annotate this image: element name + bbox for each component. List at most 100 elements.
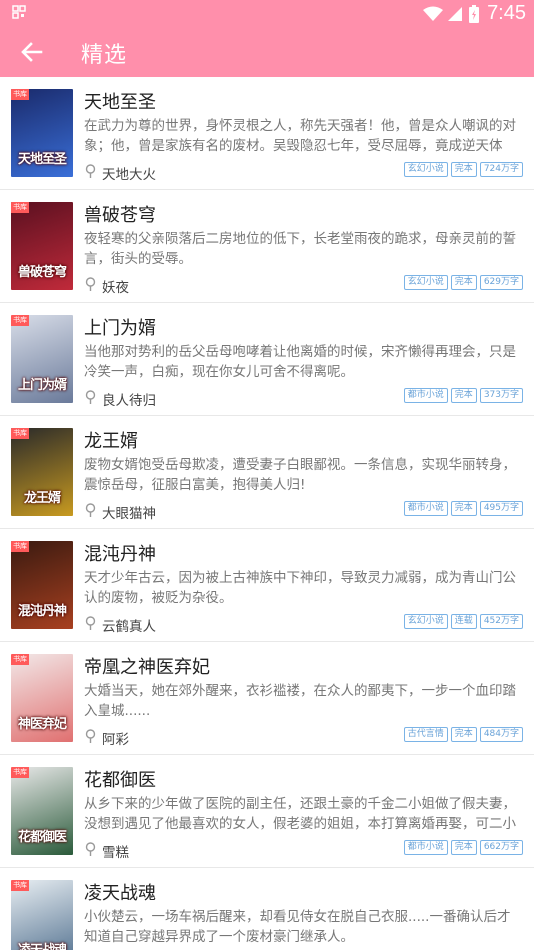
cover-badge: 书库 bbox=[11, 541, 29, 552]
author-icon bbox=[84, 616, 97, 631]
book-tag: 都市小说 bbox=[403, 388, 448, 403]
book-author: 天地大火 bbox=[102, 167, 156, 183]
book-tag: 古代言情 bbox=[403, 727, 448, 742]
book-cover[interactable]: 书库 神医弃妃 bbox=[11, 654, 73, 742]
book-tag: 484万字 bbox=[479, 727, 523, 742]
book-cover[interactable]: 书库 凌天战魂 bbox=[11, 880, 73, 950]
book-tag: 都市小说 bbox=[403, 840, 448, 855]
cover-badge: 书库 bbox=[11, 202, 29, 213]
book-list-item[interactable]: 书库 兽破苍穹 兽破苍穹 夜轻寒的父亲陨落后二房地位的低下，长老堂雨夜的跪求，母… bbox=[0, 190, 534, 303]
book-author: 妖夜 bbox=[102, 280, 129, 296]
book-tag: 724万字 bbox=[479, 162, 523, 177]
book-tag: 玄幻小说 bbox=[403, 275, 448, 290]
book-tag: 495万字 bbox=[479, 501, 523, 516]
book-tags: 都市小说 完本 662万字 bbox=[403, 840, 523, 855]
book-tag: 完本 bbox=[450, 388, 477, 403]
book-author: 大眼猫神 bbox=[102, 506, 156, 522]
book-author: 云鹤真人 bbox=[102, 619, 156, 635]
cover-title: 神医弃妃 bbox=[17, 717, 67, 732]
book-list: 书库 天地至圣 天地至圣 在武力为尊的世界，身怀灵根之人，称先天强者！他，曾是众… bbox=[0, 77, 534, 950]
book-description: 天才少年古云，因为被上古神族中下神印，导致灵力减弱，成为青山门公认的废物，被贬为… bbox=[84, 570, 516, 606]
book-tag: 373万字 bbox=[479, 388, 523, 403]
book-author: 阿彩 bbox=[102, 732, 129, 748]
book-title[interactable]: 龙王婿 bbox=[84, 427, 138, 453]
book-description: 大婚当天，她在郊外醒来，衣衫褴褛，在众人的鄙夷下，一步一个血印踏入皇城.....… bbox=[84, 683, 516, 719]
book-tag: 都市小说 bbox=[403, 501, 448, 516]
book-list-item[interactable]: 书库 神医弃妃 帝凰之神医弃妃 大婚当天，她在郊外醒来，衣衫褴褛，在众人的鄙夷下… bbox=[0, 642, 534, 755]
book-description: 在武力为尊的世界，身怀灵根之人，称先天强者！他，曾是众人嘲讽的对象；他，曾是家族… bbox=[84, 118, 516, 154]
cover-title: 混沌丹神 bbox=[17, 604, 67, 619]
author-icon bbox=[84, 729, 97, 744]
wifi-icon bbox=[423, 6, 444, 22]
cover-badge: 书库 bbox=[11, 428, 29, 439]
battery-icon bbox=[469, 4, 480, 23]
book-tags: 玄幻小说 连载 452万字 bbox=[403, 614, 523, 629]
cover-title: 凌天战魂 bbox=[13, 944, 71, 950]
cover-badge: 书库 bbox=[11, 767, 29, 778]
book-tags: 都市小说 完本 373万字 bbox=[403, 388, 523, 403]
cover-title: 天地至圣 bbox=[17, 152, 67, 167]
app-bar: 精选 bbox=[0, 27, 534, 77]
author-icon bbox=[84, 503, 97, 518]
book-tag: 完本 bbox=[450, 162, 477, 177]
book-tags: 玄幻小说 完本 724万字 bbox=[403, 162, 523, 177]
book-description: 废物女婿饱受岳母欺凌，遭受妻子白眼鄙视。一条信息，实现华丽转身，震惊岳母，征服白… bbox=[84, 457, 516, 493]
book-title[interactable]: 兽破苍穹 bbox=[84, 201, 156, 227]
author-icon bbox=[84, 390, 97, 405]
page-title: 精选 bbox=[81, 43, 128, 68]
book-list-item[interactable]: 书库 上门为婿 上门为婿 当他那对势利的岳父岳母咆哮着让他离婚的时候，宋齐懒得再… bbox=[0, 303, 534, 416]
book-tag: 玄幻小说 bbox=[403, 614, 448, 629]
book-cover[interactable]: 书库 龙王婿 bbox=[11, 428, 73, 516]
cover-badge: 书库 bbox=[11, 89, 29, 100]
notification-icon bbox=[12, 5, 26, 19]
book-cover[interactable]: 书库 混沌丹神 bbox=[11, 541, 73, 629]
book-tags: 古代言情 完本 484万字 bbox=[403, 727, 523, 742]
book-description: 当他那对势利的岳父岳母咆哮着让他离婚的时候，宋齐懒得再理会，只是冷笑一声，白痴，… bbox=[84, 344, 516, 380]
cover-badge: 书库 bbox=[11, 654, 29, 665]
book-title[interactable]: 混沌丹神 bbox=[84, 540, 156, 566]
book-tag: 连载 bbox=[450, 614, 477, 629]
author-icon bbox=[84, 842, 97, 857]
book-author: 良人待归 bbox=[102, 393, 156, 409]
book-list-item[interactable]: 书库 花都御医 花都御医 从乡下来的少年做了医院的副主任，还跟土豪的千金二小姐做… bbox=[0, 755, 534, 868]
book-tag: 662万字 bbox=[479, 840, 523, 855]
book-title[interactable]: 天地至圣 bbox=[84, 88, 156, 114]
book-description: 小伙楚云，一场车祸后醒来，却看见侍女在脱自己衣服.....一番确认后才知道自己穿… bbox=[84, 909, 511, 945]
book-tag: 完本 bbox=[450, 840, 477, 855]
book-author: 雪糕 bbox=[102, 845, 129, 861]
book-title[interactable]: 帝凰之神医弃妃 bbox=[84, 653, 210, 679]
book-tag: 完本 bbox=[450, 501, 477, 516]
book-cover[interactable]: 书库 上门为婿 bbox=[11, 315, 73, 403]
book-title[interactable]: 上门为婿 bbox=[84, 314, 156, 340]
book-title[interactable]: 凌天战魂 bbox=[84, 879, 156, 905]
book-tags: 都市小说 完本 495万字 bbox=[403, 501, 523, 516]
cover-title: 花都御医 bbox=[17, 830, 67, 845]
book-tag: 完本 bbox=[450, 275, 477, 290]
book-tag: 629万字 bbox=[479, 275, 523, 290]
signal-icon bbox=[447, 6, 463, 22]
book-tag: 完本 bbox=[450, 727, 477, 742]
book-list-item[interactable]: 书库 混沌丹神 混沌丹神 天才少年古云，因为被上古神族中下神印，导致灵力减弱，成… bbox=[0, 529, 534, 642]
cover-title: 龙王婿 bbox=[23, 491, 61, 506]
book-tag: 玄幻小说 bbox=[403, 162, 448, 177]
cover-badge: 书库 bbox=[11, 880, 29, 891]
book-cover[interactable]: 书库 花都御医 bbox=[11, 767, 73, 855]
book-tag: 452万字 bbox=[479, 614, 523, 629]
book-list-item[interactable]: 书库 凌天战魂 凌天战魂 小伙楚云，一场车祸后醒来，却看见侍女在脱自己衣服...… bbox=[0, 868, 534, 950]
book-title[interactable]: 花都御医 bbox=[84, 766, 156, 792]
book-description: 夜轻寒的父亲陨落后二房地位的低下，长老堂雨夜的跪求，母亲灵前的誓言，街头的受辱。 bbox=[84, 231, 516, 267]
book-list-item[interactable]: 书库 龙王婿 龙王婿 废物女婿饱受岳母欺凌，遭受妻子白眼鄙视。一条信息，实现华丽… bbox=[0, 416, 534, 529]
clock: 7:45 bbox=[487, 2, 526, 24]
cover-title: 兽破苍穹 bbox=[17, 265, 67, 280]
book-cover[interactable]: 书库 兽破苍穹 bbox=[11, 202, 73, 290]
book-cover[interactable]: 书库 天地至圣 bbox=[11, 89, 73, 177]
author-icon bbox=[84, 277, 97, 292]
book-description: 从乡下来的少年做了医院的副主任，还跟土豪的千金二小姐做了假夫妻，没想到遇见了他最… bbox=[84, 796, 516, 832]
cover-badge: 书库 bbox=[11, 315, 29, 326]
status-bar: 7:45 bbox=[0, 0, 534, 27]
author-icon bbox=[84, 164, 97, 179]
back-arrow-icon[interactable] bbox=[19, 39, 45, 65]
cover-title: 上门为婿 bbox=[17, 378, 67, 393]
book-list-item[interactable]: 书库 天地至圣 天地至圣 在武力为尊的世界，身怀灵根之人，称先天强者！他，曾是众… bbox=[0, 77, 534, 190]
book-tags: 玄幻小说 完本 629万字 bbox=[403, 275, 523, 290]
